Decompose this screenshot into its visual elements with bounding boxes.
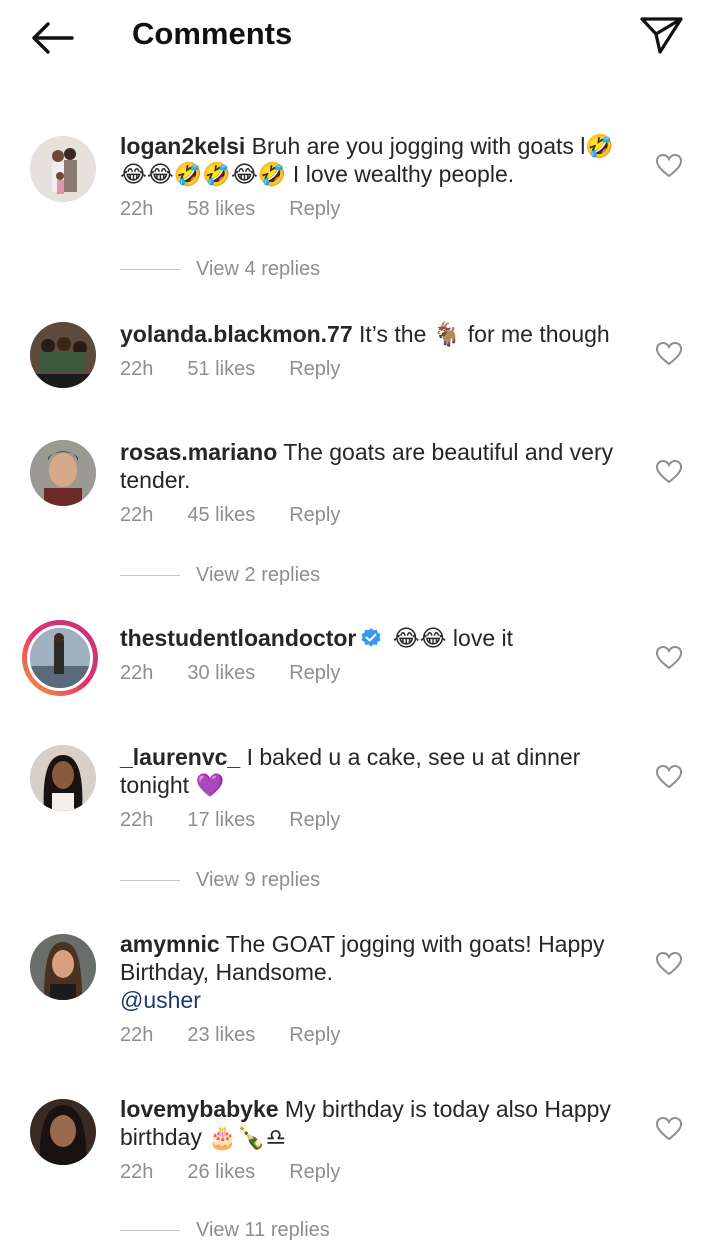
timestamp: 22h bbox=[120, 1161, 154, 1183]
comment-text: yolanda.blackmon.77 It’s the 🐐 for me th… bbox=[120, 320, 620, 348]
reply-button[interactable]: Reply bbox=[289, 662, 340, 684]
username-link[interactable]: amymnic bbox=[120, 931, 220, 957]
comment-text: amymnic The GOAT jogging with goats! Hap… bbox=[120, 930, 620, 1014]
replies-divider bbox=[120, 575, 180, 577]
view-replies-button[interactable]: View 11 replies bbox=[120, 1219, 330, 1242]
back-arrow-icon[interactable] bbox=[28, 18, 76, 58]
timestamp: 22h bbox=[120, 504, 154, 526]
verified-badge-icon bbox=[361, 628, 381, 647]
avatar[interactable] bbox=[30, 322, 96, 388]
username-link[interactable]: thestudentloandoctor bbox=[120, 625, 356, 651]
comment-meta: 22h 58 likes Reply bbox=[120, 198, 374, 221]
reply-button[interactable]: Reply bbox=[289, 504, 340, 526]
timestamp: 22h bbox=[120, 809, 154, 831]
replies-divider bbox=[120, 269, 180, 271]
heart-icon[interactable] bbox=[656, 952, 682, 976]
comment-meta: 22h 23 likes Reply bbox=[120, 1024, 374, 1047]
heart-icon[interactable] bbox=[656, 646, 682, 670]
timestamp: 22h bbox=[120, 1024, 154, 1046]
like-count[interactable]: 51 likes bbox=[187, 358, 255, 380]
view-replies-button[interactable]: View 2 replies bbox=[120, 564, 320, 587]
reply-button[interactable]: Reply bbox=[289, 198, 340, 220]
reply-button[interactable]: Reply bbox=[289, 358, 340, 380]
comment-text: thestudentloandoctor 😂😂 love it bbox=[120, 624, 620, 652]
comment-meta: 22h 45 likes Reply bbox=[120, 504, 374, 527]
reply-button[interactable]: Reply bbox=[289, 1024, 340, 1046]
heart-icon[interactable] bbox=[656, 154, 682, 178]
username-link[interactable]: yolanda.blackmon.77 bbox=[120, 321, 353, 347]
comment-meta: 22h 51 likes Reply bbox=[120, 358, 374, 381]
mention-link[interactable]: @usher bbox=[120, 987, 201, 1013]
timestamp: 22h bbox=[120, 198, 154, 220]
view-replies-button[interactable]: View 9 replies bbox=[120, 869, 320, 892]
avatar[interactable] bbox=[30, 1099, 96, 1165]
replies-divider bbox=[120, 1230, 180, 1232]
page-title: Comments bbox=[132, 16, 293, 51]
avatar-story-ring[interactable] bbox=[22, 620, 98, 696]
comment-text: lovemybabyke My birthday is today also H… bbox=[120, 1095, 620, 1151]
reply-button[interactable]: Reply bbox=[289, 1161, 340, 1183]
view-replies-button[interactable]: View 4 replies bbox=[120, 258, 320, 281]
header-bar: Comments bbox=[0, 0, 720, 76]
comment-text: rosas.mariano The goats are beautiful an… bbox=[120, 438, 620, 494]
comment-text: logan2kelsi Bruh are you jogging with go… bbox=[120, 132, 620, 188]
comment-body: It’s the 🐐 for me though bbox=[359, 321, 610, 347]
heart-icon[interactable] bbox=[656, 460, 682, 484]
comment-meta: 22h 30 likes Reply bbox=[120, 662, 374, 685]
avatar[interactable] bbox=[30, 136, 96, 202]
heart-icon[interactable] bbox=[656, 765, 682, 789]
comment-text: _laurenvc_ I baked u a cake, see u at di… bbox=[120, 743, 620, 799]
comment-meta: 22h 26 likes Reply bbox=[120, 1161, 374, 1184]
send-icon[interactable] bbox=[638, 14, 684, 56]
heart-icon[interactable] bbox=[656, 1117, 682, 1141]
comment-meta: 22h 17 likes Reply bbox=[120, 809, 374, 832]
avatar[interactable] bbox=[30, 934, 96, 1000]
username-link[interactable]: lovemybabyke bbox=[120, 1096, 279, 1122]
heart-icon[interactable] bbox=[656, 342, 682, 366]
like-count[interactable]: 23 likes bbox=[187, 1024, 255, 1046]
like-count[interactable]: 17 likes bbox=[187, 809, 255, 831]
avatar[interactable] bbox=[30, 440, 96, 506]
timestamp: 22h bbox=[120, 662, 154, 684]
timestamp: 22h bbox=[120, 358, 154, 380]
like-count[interactable]: 30 likes bbox=[187, 662, 255, 684]
reply-button[interactable]: Reply bbox=[289, 809, 340, 831]
like-count[interactable]: 26 likes bbox=[187, 1161, 255, 1183]
avatar bbox=[27, 625, 93, 691]
avatar[interactable] bbox=[30, 745, 96, 811]
replies-divider bbox=[120, 880, 180, 882]
like-count[interactable]: 45 likes bbox=[187, 504, 255, 526]
username-link[interactable]: logan2kelsi bbox=[120, 133, 245, 159]
username-link[interactable]: rosas.mariano bbox=[120, 439, 277, 465]
like-count[interactable]: 58 likes bbox=[187, 198, 255, 220]
comment-body: 😂😂 love it bbox=[392, 625, 514, 651]
username-link[interactable]: _laurenvc_ bbox=[120, 744, 240, 770]
